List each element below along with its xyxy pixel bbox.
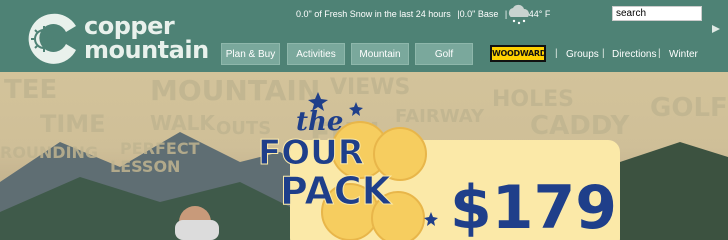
four-pack-offer-graphic: the FOUR PACK $179 bbox=[258, 92, 617, 240]
snow-cloud-icon bbox=[508, 4, 529, 25]
logo-line-2: mountain bbox=[84, 36, 209, 64]
nav-mountain[interactable]: Mountain bbox=[351, 43, 409, 65]
woodward-logo-link[interactable]: WOODWARD bbox=[490, 45, 546, 62]
base-depth-text: |0.0" Base bbox=[457, 9, 499, 19]
nav-link-directions[interactable]: Directions bbox=[612, 49, 656, 60]
nav-golf[interactable]: Golf bbox=[415, 43, 473, 65]
site-header: copper mountain 0.0" of Fresh Snow in th… bbox=[0, 0, 728, 72]
logo-line-1: copper bbox=[84, 12, 175, 40]
nav-separator: | bbox=[555, 48, 558, 59]
offer-pack-text: PACK bbox=[280, 169, 393, 213]
fresh-snow-text: 0.0" of Fresh Snow in the last 24 hours bbox=[296, 9, 451, 19]
copper-mountain-c-sun-logo-icon bbox=[28, 13, 76, 64]
search-go-arrow-icon[interactable] bbox=[711, 24, 721, 34]
nav-separator: | bbox=[658, 48, 661, 59]
nav-plan-and-buy[interactable]: Plan & Buy bbox=[221, 43, 280, 65]
nav-separator: | bbox=[602, 48, 605, 59]
copper-mountain-logo[interactable]: copper mountain bbox=[22, 6, 222, 68]
logo-wordmark: copper mountain bbox=[84, 14, 209, 62]
golf-four-pack-hero-banner[interactable]: TEE MOUNTAIN VIEWS HOLES CADDY GOLF TIME… bbox=[0, 72, 728, 240]
offer-four-text: FOUR bbox=[258, 133, 364, 173]
nav-activities[interactable]: Activities bbox=[287, 43, 345, 65]
search-input[interactable] bbox=[612, 6, 702, 21]
nav-link-winter[interactable]: Winter bbox=[669, 49, 698, 60]
offer-price-text: $179 bbox=[450, 173, 617, 240]
nav-link-groups[interactable]: Groups bbox=[566, 49, 599, 60]
